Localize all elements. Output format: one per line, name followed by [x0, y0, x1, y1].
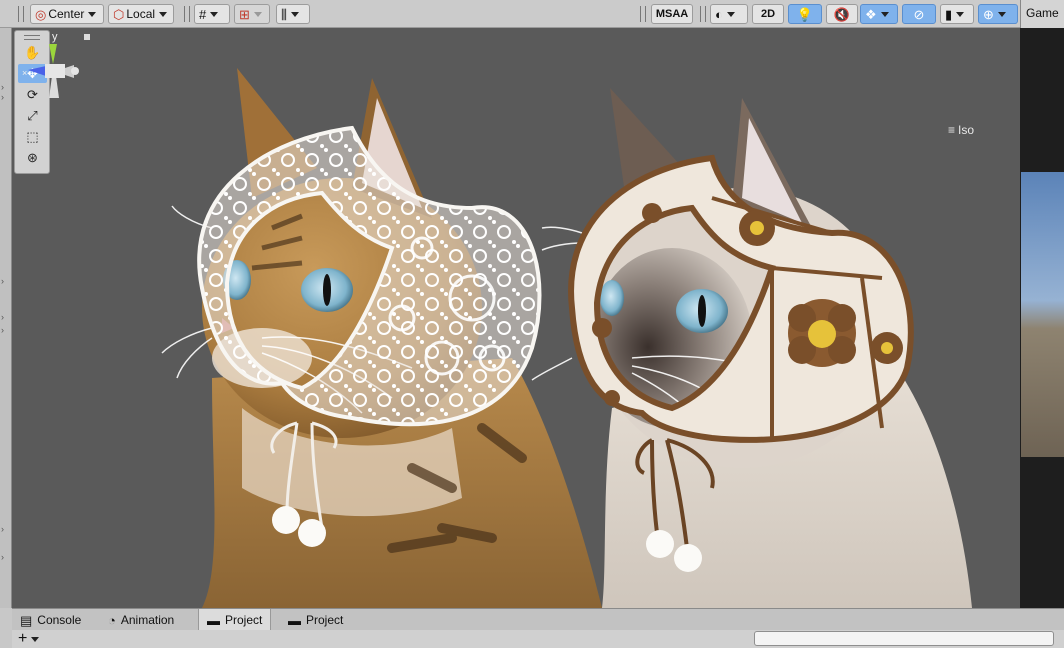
- granny-square-flower: [788, 299, 856, 367]
- ruler-button[interactable]: ⫼: [276, 4, 310, 24]
- increment-snap-button[interactable]: ⊞: [234, 4, 270, 24]
- camera-settings-button[interactable]: ▮: [940, 4, 974, 24]
- siamese-cat-model: [531, 88, 972, 608]
- svg-text:×: ×: [22, 68, 27, 78]
- msaa-label: MSAA: [655, 8, 689, 20]
- gizmo-y-label: y: [52, 31, 58, 43]
- menu-lines-icon: ≡: [948, 123, 956, 137]
- gizmos-icon: ⊕: [983, 6, 994, 22]
- projection-label: Iso: [958, 123, 975, 137]
- scene-visibility-button[interactable]: ⊘: [902, 4, 936, 24]
- scene-fx-icon: ❖: [865, 6, 877, 22]
- chevron-down-icon: [997, 11, 1006, 17]
- chevron-down-icon: [880, 11, 889, 17]
- chevron-down-icon: [88, 11, 97, 17]
- grid-snap-button[interactable]: #: [194, 4, 230, 24]
- folder-icon: ▬: [288, 612, 301, 628]
- chevron-right-icon[interactable]: ›: [1, 552, 4, 562]
- game-view-preview: [1021, 172, 1064, 457]
- lighting-toggle-button[interactable]: 💡: [788, 4, 822, 24]
- 2d-mode-button[interactable]: 2D: [752, 4, 784, 24]
- toolbar-grip[interactable]: [640, 6, 646, 22]
- scene-toolbar: ◎ Center ⬡ Local # ⊞ ⫼ MSAA ◐ 2D 💡 🔇 ❖ ⊘…: [0, 0, 1020, 28]
- chevron-down-icon: [290, 11, 299, 17]
- tab-animation[interactable]: ◔ Animation: [100, 609, 182, 631]
- hierarchy-panel-edge: › › › › › › ›: [0, 28, 12, 608]
- chevron-right-icon[interactable]: ›: [1, 82, 4, 92]
- increment-snap-icon: ⊞: [239, 6, 250, 22]
- chevron-down-icon: [159, 11, 168, 17]
- 2d-mode-label: 2D: [760, 8, 776, 20]
- shading-sphere-icon: ◐: [715, 6, 723, 22]
- chevron-right-icon[interactable]: ›: [1, 524, 4, 534]
- chevron-down-icon: [253, 11, 262, 17]
- gizmo-lock-icon[interactable]: [84, 34, 90, 40]
- tab-game-label: Game: [1026, 6, 1059, 20]
- shading-mode-button[interactable]: ◐: [710, 4, 748, 24]
- plus-icon: +: [18, 630, 28, 647]
- orientation-gizmo[interactable]: y ×: [12, 28, 102, 128]
- chevron-down-icon: [726, 11, 735, 17]
- gizmos-button[interactable]: ⊕: [978, 4, 1018, 24]
- console-icon: ▤: [20, 612, 33, 628]
- chevron-right-icon[interactable]: ›: [1, 312, 4, 322]
- animation-icon: ◔: [108, 612, 116, 628]
- tab-project-label: Project: [225, 613, 263, 627]
- ruler-icon: ⫼: [281, 6, 287, 22]
- tabby-cat-model: [161, 68, 602, 608]
- chevron-down-icon: [956, 11, 965, 17]
- chevron-right-icon[interactable]: ›: [1, 276, 4, 286]
- folder-icon: ▬: [207, 612, 220, 628]
- pivot-space-button[interactable]: ⬡ Local: [108, 4, 174, 24]
- tab-project-2-label: Project: [306, 613, 344, 627]
- camera-icon: ▮: [945, 6, 953, 22]
- pivot-mode-label: Center: [48, 7, 85, 21]
- rect-tool-button[interactable]: ⬚: [18, 127, 47, 146]
- chevron-right-icon[interactable]: ›: [1, 92, 4, 102]
- chevron-down-icon: [210, 11, 219, 17]
- add-asset-button[interactable]: +: [18, 630, 40, 648]
- msaa-button[interactable]: MSAA: [651, 4, 693, 24]
- projection-toggle[interactable]: ≡ Iso: [948, 123, 974, 137]
- transform-icon: ⊛: [27, 149, 38, 165]
- tab-game[interactable]: Game: [1020, 0, 1064, 28]
- chevron-down-icon: [31, 636, 40, 642]
- gizmo-y-arrow[interactable]: [49, 44, 57, 64]
- audio-mute-icon: 🔇: [833, 6, 851, 22]
- bottom-tab-bar: ▤ Console ◔ Animation ▬ Project ▬ Projec…: [12, 608, 1064, 631]
- tab-project[interactable]: ▬ Project: [198, 609, 272, 631]
- pivot-center-icon: ◎: [35, 6, 47, 22]
- toolbar-grip[interactable]: [700, 6, 706, 22]
- search-input[interactable]: [754, 631, 1054, 646]
- toolbar-grip[interactable]: [18, 6, 24, 22]
- chevron-right-icon[interactable]: ›: [1, 325, 4, 335]
- tab-console-label: Console: [37, 613, 82, 627]
- pivot-space-label: Local: [126, 7, 156, 21]
- tab-project-2[interactable]: ▬ Project: [280, 609, 351, 631]
- pivot-mode-button[interactable]: ◎ Center: [30, 4, 104, 24]
- local-cube-icon: ⬡: [113, 6, 125, 22]
- eye-hidden-icon: ⊘: [913, 6, 925, 22]
- audio-toggle-button[interactable]: 🔇: [826, 4, 858, 24]
- tab-animation-label: Animation: [120, 613, 175, 627]
- gizmo-z-arrow[interactable]: [28, 66, 46, 76]
- grid-snap-icon: #: [199, 6, 207, 22]
- rect-transform-icon: ⬚: [26, 128, 39, 144]
- scene-viewport[interactable]: ✋ ✥ ⟳ ⤢ ⬚ ⊛ y × ≡ Iso: [12, 28, 1020, 608]
- toolbar-grip[interactable]: [184, 6, 190, 22]
- effects-button[interactable]: ❖: [860, 4, 898, 24]
- light-bulb-icon: 💡: [796, 6, 814, 22]
- transform-tool-button[interactable]: ⊛: [18, 148, 47, 167]
- scene-render: [161, 68, 972, 608]
- tab-console[interactable]: ▤ Console: [12, 609, 89, 631]
- project-toolbar: + ⌕: [12, 630, 1064, 648]
